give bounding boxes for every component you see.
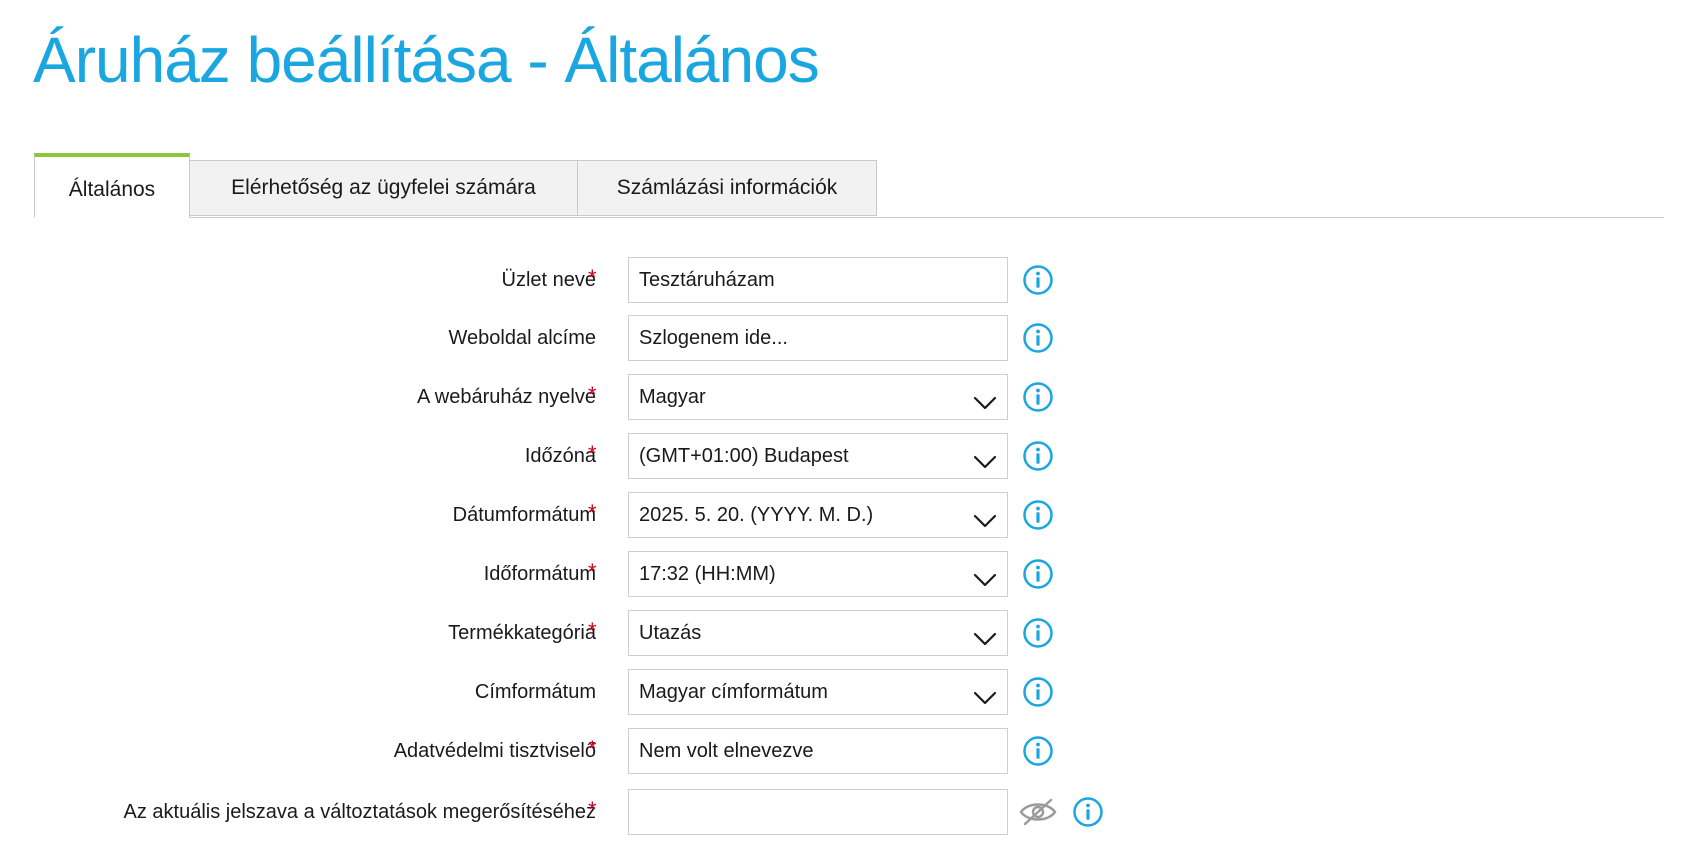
field-label-cimformatum: Címformátum	[474, 681, 596, 703]
required-marker: *	[588, 736, 597, 761]
field-label-idoformatum: Időformátum	[483, 563, 596, 585]
idoformatum-selected-value: 17:32 (HH:MM)	[639, 563, 776, 585]
termekkategoria-select[interactable]: Utazás	[628, 610, 1008, 656]
idozona-select[interactable]: (GMT+01:00) Budapest	[628, 433, 1008, 479]
idoformatum-select[interactable]: 17:32 (HH:MM)	[628, 551, 1008, 597]
weboldal-alcime-input[interactable]	[628, 315, 1008, 361]
field-label-idozona: Időzóna	[524, 445, 596, 467]
page-title: Áruház beállítása - Általános	[33, 24, 820, 96]
eye-slash-icon[interactable]	[1018, 797, 1058, 827]
chevron-down-icon	[973, 622, 997, 646]
required-marker: *	[588, 265, 597, 290]
required-marker: *	[588, 559, 597, 584]
field-label-termekkategoria: Termékkategória	[448, 622, 596, 644]
required-marker: *	[588, 797, 597, 822]
field-label-a-webaruhaz-nyelve: A webáruház nyelve	[416, 386, 596, 408]
info-icon[interactable]	[1022, 617, 1054, 649]
chevron-down-icon	[973, 445, 997, 469]
field-label-weboldal-alcime: Weboldal alcíme	[448, 327, 596, 349]
form-row-datumformatum: Dátumformátum * 2025. 5. 20. (YYYY. M. D.)	[0, 492, 1691, 538]
form-row-cimformatum: Címformátum Magyar címformátum	[0, 669, 1691, 715]
tab-elerhetoseg[interactable]: Elérhetőség az ügyfelei számára	[189, 160, 578, 216]
field-label-az-aktualis-jelszava-a-valtoztatasok-megerositesehez: Az aktuális jelszava a változtatások meg…	[123, 801, 596, 823]
form-row-a-webaruhaz-nyelve: A webáruház nyelve * Magyar	[0, 374, 1691, 420]
form-row-termekkategoria: Termékkategória * Utazás	[0, 610, 1691, 656]
tab-bar: Általános Elérhetőség az ügyfelei számár…	[34, 153, 1664, 218]
termekkategoria-selected-value: Utazás	[639, 622, 702, 644]
info-icon[interactable]	[1022, 322, 1054, 354]
field-label-datumformatum: Dátumformátum	[452, 504, 596, 526]
info-icon[interactable]	[1022, 676, 1054, 708]
idozona-selected-value: (GMT+01:00) Budapest	[639, 445, 849, 467]
az-aktualis-jelszava-a-valtoztatasok-megerositesehez-input[interactable]	[628, 789, 1008, 835]
form-row-az-aktualis-jelszava-a-valtoztatasok-megerositesehez: Az aktuális jelszava a változtatások meg…	[0, 789, 1691, 835]
form-row-idoformatum: Időformátum * 17:32 (HH:MM)	[0, 551, 1691, 597]
info-icon[interactable]	[1022, 735, 1054, 767]
chevron-down-icon	[973, 563, 997, 587]
datumformatum-selected-value: 2025. 5. 20. (YYYY. M. D.)	[639, 504, 874, 526]
a-webaruhaz-nyelve-selected-value: Magyar	[639, 386, 706, 408]
info-icon[interactable]	[1022, 558, 1054, 590]
info-icon[interactable]	[1022, 499, 1054, 531]
cimformatum-select[interactable]: Magyar címformátum	[628, 669, 1008, 715]
tab-szamlazasi-informaciok[interactable]: Számlázási információk	[577, 160, 877, 216]
cimformatum-selected-value: Magyar címformátum	[639, 681, 828, 703]
info-icon[interactable]	[1022, 440, 1054, 472]
uzlet-neve-input[interactable]	[628, 257, 1008, 303]
field-label-uzlet-neve: Üzlet neve	[501, 269, 597, 291]
field-label-adatvedelmi-tisztviselo: Adatvédelmi tisztviselő	[393, 740, 596, 762]
required-marker: *	[588, 500, 597, 525]
tab-altalanos[interactable]: Általános	[34, 153, 190, 218]
form-row-weboldal-alcime: Weboldal alcíme	[0, 315, 1691, 361]
datumformatum-select[interactable]: 2025. 5. 20. (YYYY. M. D.)	[628, 492, 1008, 538]
required-marker: *	[588, 618, 597, 643]
chevron-down-icon	[973, 504, 997, 528]
adatvedelmi-tisztviselo-input[interactable]	[628, 728, 1008, 774]
info-icon[interactable]	[1072, 796, 1104, 828]
required-marker: *	[588, 382, 597, 407]
required-marker: *	[588, 441, 597, 466]
form-row-uzlet-neve: Üzlet neve *	[0, 257, 1691, 303]
info-icon[interactable]	[1022, 381, 1054, 413]
a-webaruhaz-nyelve-select[interactable]: Magyar	[628, 374, 1008, 420]
form-row-adatvedelmi-tisztviselo: Adatvédelmi tisztviselő *	[0, 728, 1691, 774]
info-icon[interactable]	[1022, 264, 1054, 296]
chevron-down-icon	[973, 681, 997, 705]
form-row-idozona: Időzóna * (GMT+01:00) Budapest	[0, 433, 1691, 479]
chevron-down-icon	[973, 386, 997, 410]
